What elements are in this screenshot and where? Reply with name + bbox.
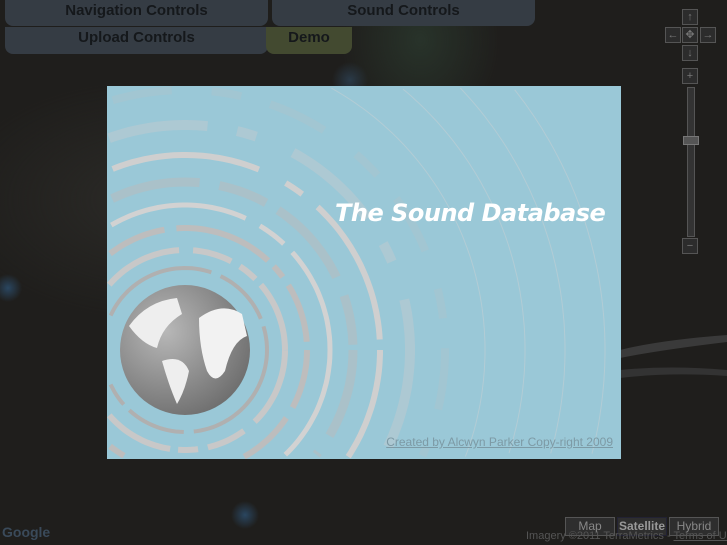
navigation-controls-button[interactable]: Navigation Controls bbox=[5, 0, 268, 26]
globe-icon bbox=[120, 285, 250, 415]
pan-right-icon[interactable]: → bbox=[700, 27, 716, 43]
splash-panel: The Sound Database Created by Alcwyn Par… bbox=[107, 86, 621, 459]
imagery-credit: Imagery ©2011 TerraMetrics - bbox=[526, 530, 674, 542]
sound-ring bbox=[459, 87, 566, 454]
splash-title: The Sound Database bbox=[335, 199, 606, 227]
pan-down-icon[interactable]: ↓ bbox=[682, 45, 698, 61]
upload-controls-button[interactable]: Upload Controls bbox=[5, 27, 268, 54]
river bbox=[620, 335, 727, 378]
map-attribution: Imagery ©2011 TerraMetrics - Terms of Us… bbox=[526, 530, 727, 542]
zoom-out-button[interactable]: − bbox=[682, 238, 698, 254]
sound-ring bbox=[402, 88, 526, 454]
pan-center-icon[interactable]: ✥ bbox=[682, 27, 698, 43]
sound-controls-button[interactable]: Sound Controls bbox=[272, 0, 535, 26]
credit-link[interactable]: Created by Alcwyn Parker Copy-right 2009 bbox=[386, 435, 613, 449]
pan-up-icon[interactable]: ↑ bbox=[682, 9, 698, 25]
terms-of-use-link[interactable]: Terms of Use bbox=[674, 530, 727, 542]
zoom-in-button[interactable]: + bbox=[682, 68, 698, 84]
pan-left-icon[interactable]: ← bbox=[665, 27, 681, 43]
zoom-slider-handle[interactable] bbox=[683, 135, 699, 145]
sound-rings-graphic bbox=[107, 86, 606, 459]
sound-ring bbox=[514, 89, 606, 454]
demo-button[interactable]: Demo bbox=[266, 27, 352, 54]
zoom-slider[interactable] bbox=[687, 87, 695, 237]
google-logo[interactable]: Google bbox=[2, 524, 50, 540]
